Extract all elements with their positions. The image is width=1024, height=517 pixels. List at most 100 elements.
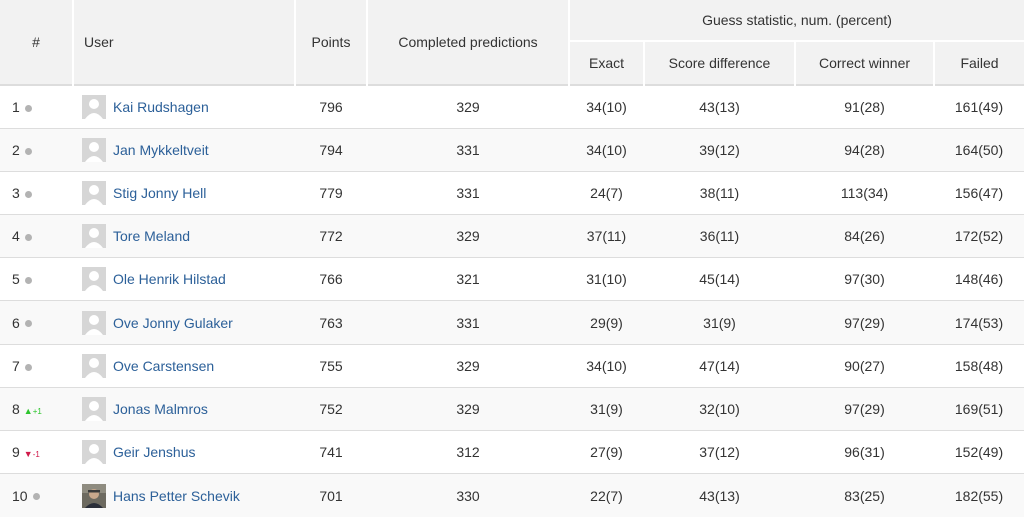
completed-predictions-cell: 329 [367,214,569,258]
score-difference-cell: 39(12) [644,127,795,172]
table-row: 7 Ove Carstensen 755 329 34(10) 47(14) 90(27) 1… [0,343,1024,388]
failed-cell: 172(52) [934,214,1024,258]
rank-change-value: -1 [32,450,40,460]
correct-winner-cell: 96(31) [795,429,934,474]
failed-cell: 169(51) [934,386,1024,431]
completed-predictions-cell: 331 [367,170,569,215]
exact-cell: 34(10) [569,343,644,388]
rank-down-icon: ▼-1 [23,449,40,460]
score-difference-cell: 32(10) [644,386,795,431]
score-difference-cell: 45(14) [644,257,795,301]
exact-cell: 24(7) [569,170,644,215]
avatar[interactable] [82,483,106,508]
correct-winner-cell: 97(29) [795,386,934,431]
completed-predictions-cell: 329 [367,386,569,431]
rank-unchanged-icon [24,277,32,285]
correct-winner-cell: 97(29) [795,300,934,345]
user-cell: Tore Meland [73,214,295,258]
avatar[interactable] [82,180,106,205]
rank-change-value: +1 [32,407,42,417]
user-cell: Ove Jonny Gulaker [73,300,295,345]
user-name-link[interactable]: Ove Carstensen [113,358,214,374]
rank-column-header[interactable]: # [0,0,74,85]
points-cell: 701 [295,473,367,517]
score-difference-cell: 43(13) [644,83,795,129]
user-cell: Kai Rudshagen [73,83,295,129]
points-cell: 752 [295,386,367,431]
correct-winner-column-header[interactable]: Correct winner [795,41,935,85]
score-difference-cell: 36(11) [644,214,795,258]
user-cell: Stig Jonny Hell [73,170,295,215]
leaderboard-table: # User Points Completed predictions Gues… [0,0,1024,517]
rank-cell: 7 [0,343,73,388]
user-name-link[interactable]: Stig Jonny Hell [113,185,206,201]
exact-cell: 31(9) [569,386,644,431]
rank-unchanged-icon [24,104,32,112]
avatar[interactable] [82,94,106,119]
user-column-header[interactable]: User [73,0,296,85]
table-row: 3 Stig Jonny Hell 779 331 24(7) 38(11) 113(34)… [0,170,1024,215]
correct-winner-cell: 113(34) [795,170,934,215]
rank-cell: 8 ▲+1 [0,386,73,431]
failed-cell: 164(50) [934,127,1024,172]
avatar[interactable] [82,267,106,292]
correct-winner-cell: 91(28) [795,83,934,129]
correct-winner-cell: 84(26) [795,214,934,258]
user-name-link[interactable]: Ole Henrik Hilstad [113,271,226,287]
points-cell: 779 [295,170,367,215]
failed-cell: 156(47) [934,170,1024,215]
rank-unchanged-icon [32,493,40,501]
rank-number: 5 [12,271,20,288]
correct-winner-cell: 97(30) [795,257,934,301]
table-row: 5 Ole Henrik Hilstad 766 321 31(10) 45(14) 97(… [0,257,1024,301]
table-row: 9 ▼-1 Geir Jenshus 741 312 27(9) 37(12) 96(31) 1… [0,429,1024,474]
correct-winner-cell: 83(25) [795,473,934,517]
points-cell: 772 [295,214,367,258]
avatar[interactable] [82,353,106,378]
avatar[interactable] [82,440,106,465]
points-cell: 796 [295,83,367,129]
user-cell: Geir Jenshus [73,429,295,474]
points-cell: 794 [295,127,367,172]
completed-predictions-cell: 329 [367,343,569,388]
failed-cell: 148(46) [934,257,1024,301]
rank-cell: 10 [0,473,73,517]
user-cell: Ove Carstensen [73,343,295,388]
avatar[interactable] [82,310,106,335]
completed-predictions-cell: 321 [367,257,569,301]
user-name-link[interactable]: Kai Rudshagen [113,99,209,115]
completed-predictions-cell: 329 [367,83,569,129]
user-name-link[interactable]: Tore Meland [113,228,190,244]
table-body: 1 Kai Rudshagen 796 329 34(10) 43(13) 91(28) 16… [0,83,1024,517]
completed-predictions-cell: 331 [367,127,569,172]
avatar[interactable] [82,224,106,249]
table-row: 8 ▲+1 Jonas Malmros 752 329 31(9) 32(10) 97(29)… [0,386,1024,431]
user-name-link[interactable]: Ove Jonny Gulaker [113,315,233,331]
user-name-link[interactable]: Jonas Malmros [113,401,208,417]
exact-cell: 22(7) [569,473,644,517]
rank-number: 8 [12,400,20,417]
user-name-link[interactable]: Hans Petter Schevik [113,488,240,504]
user-name-link[interactable]: Geir Jenshus [113,444,195,460]
exact-cell: 37(11) [569,214,644,258]
rank-unchanged-icon [24,147,32,155]
points-column-header[interactable]: Points [295,0,368,85]
exact-cell: 34(10) [569,127,644,172]
user-name-link[interactable]: Jan Mykkeltveit [113,142,209,158]
table-row: 4 Tore Meland 772 329 37(11) 36(11) 84(26) 172(… [0,214,1024,258]
correct-winner-cell: 94(28) [795,127,934,172]
guess-statistic-group-header: Guess statistic, num. (percent) [569,0,1024,42]
rank-unchanged-icon [24,363,32,371]
score-difference-column-header[interactable]: Score difference [644,41,796,85]
rank-number: 3 [12,184,20,201]
avatar[interactable] [82,396,106,421]
avatar[interactable] [82,137,106,162]
score-difference-cell: 37(12) [644,429,795,474]
rank-unchanged-icon [24,320,32,328]
completed-predictions-column-header[interactable]: Completed predictions [367,0,570,85]
user-cell: Hans Petter Schevik [73,473,295,517]
exact-column-header[interactable]: Exact [569,41,645,85]
rank-number: 7 [12,357,20,374]
failed-column-header[interactable]: Failed [934,41,1024,85]
table-row: 2 Jan Mykkeltveit 794 331 34(10) 39(12) 94(28)… [0,127,1024,172]
